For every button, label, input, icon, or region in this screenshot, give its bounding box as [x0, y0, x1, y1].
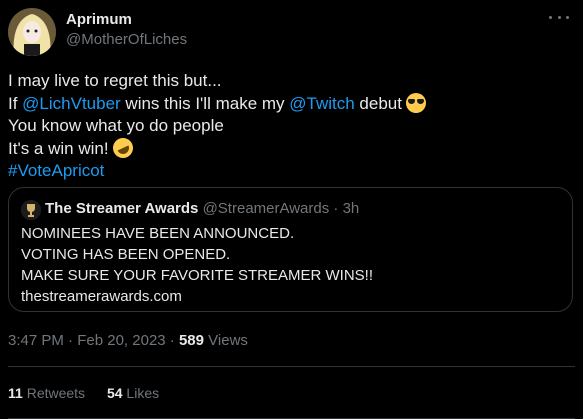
quoted-header: The Streamer Awards @StreamerAwards · 3h — [45, 200, 359, 217]
dot — [566, 15, 569, 19]
tweet-line-2: If @LichVtuber wins this I'll make my @T… — [8, 92, 568, 116]
rolling-on-floor-laughing-icon — [109, 134, 136, 162]
engagement-stats: 11 Retweets 54 Likes — [8, 385, 177, 401]
likes-count: 54 — [106, 385, 123, 401]
quoted-line: NOMINEES HAVE BEEN ANNOUNCED. — [21, 225, 295, 242]
avatar-image — [8, 8, 56, 56]
trophy-icon — [21, 200, 41, 220]
tweet-date[interactable]: Feb 20, 2023 — [77, 332, 165, 349]
meta-separator: · — [169, 332, 175, 349]
quoted-author-avatar — [21, 200, 41, 220]
tweet-time[interactable]: 3:47 PM — [8, 332, 64, 349]
likes-label: Likes — [126, 385, 160, 401]
quoted-author-handle: @StreamerAwards — [202, 200, 330, 217]
quoted-author-name: The Streamer Awards — [45, 200, 199, 217]
more-options-icon[interactable] — [549, 10, 569, 24]
quoted-line: VOTING HAS BEEN OPENED. — [21, 246, 231, 263]
dot — [549, 15, 552, 19]
mention-twitch-link[interactable]: @Twitch — [289, 94, 354, 113]
dot — [557, 15, 561, 19]
retweets-label: Retweets — [26, 385, 86, 401]
tweet-line-2-mid: wins this I'll make my — [120, 93, 290, 113]
quoted-text: NOMINEES HAVE BEEN ANNOUNCED. VOTING HAS… — [21, 223, 373, 307]
divider — [8, 366, 575, 367]
meta-separator: · — [68, 332, 74, 349]
hashtag-link[interactable]: #VoteApricot — [8, 160, 568, 183]
tweet-line-2-pre: If — [8, 93, 23, 113]
tweet-line-3: You know what yo do people — [8, 116, 224, 136]
tweet-line-2-post: debut — [354, 93, 402, 113]
quoted-separator: · — [333, 200, 339, 217]
views-count: 589 — [178, 332, 204, 349]
views-label: Views — [208, 332, 248, 349]
retweets-count: 11 — [8, 385, 23, 401]
tweet-line-4-text: It's a win win! — [8, 138, 109, 158]
quoted-line: thestreamerawards.com — [21, 288, 182, 305]
author-handle[interactable]: @MotherOfLiches — [66, 31, 187, 48]
tweet-line-4: It's a win win! — [8, 134, 568, 162]
tweet-timestamp: 3:47 PM · Feb 20, 2023 · 589 Views — [8, 332, 248, 349]
quoted-tweet[interactable]: The Streamer Awards @StreamerAwards · 3h… — [8, 187, 573, 312]
quoted-line: MAKE SURE YOUR FAVORITE STREAMER WINS!! — [21, 267, 373, 284]
author-avatar[interactable] — [8, 8, 56, 56]
smiling-face-with-sunglasses-icon — [405, 92, 426, 113]
tweet-text: I may live to regret this but... If @Lic… — [8, 70, 568, 183]
likes-link[interactable]: 54 Likes — [107, 385, 159, 401]
tweet-line-1: I may live to regret this but... — [8, 71, 222, 90]
retweets-link[interactable]: 11 Retweets — [8, 385, 85, 401]
author-name[interactable]: Aprimum — [66, 11, 132, 28]
mention-lichvtuber-link[interactable]: @LichVtuber — [22, 94, 121, 113]
quoted-time: 3h — [342, 200, 360, 217]
